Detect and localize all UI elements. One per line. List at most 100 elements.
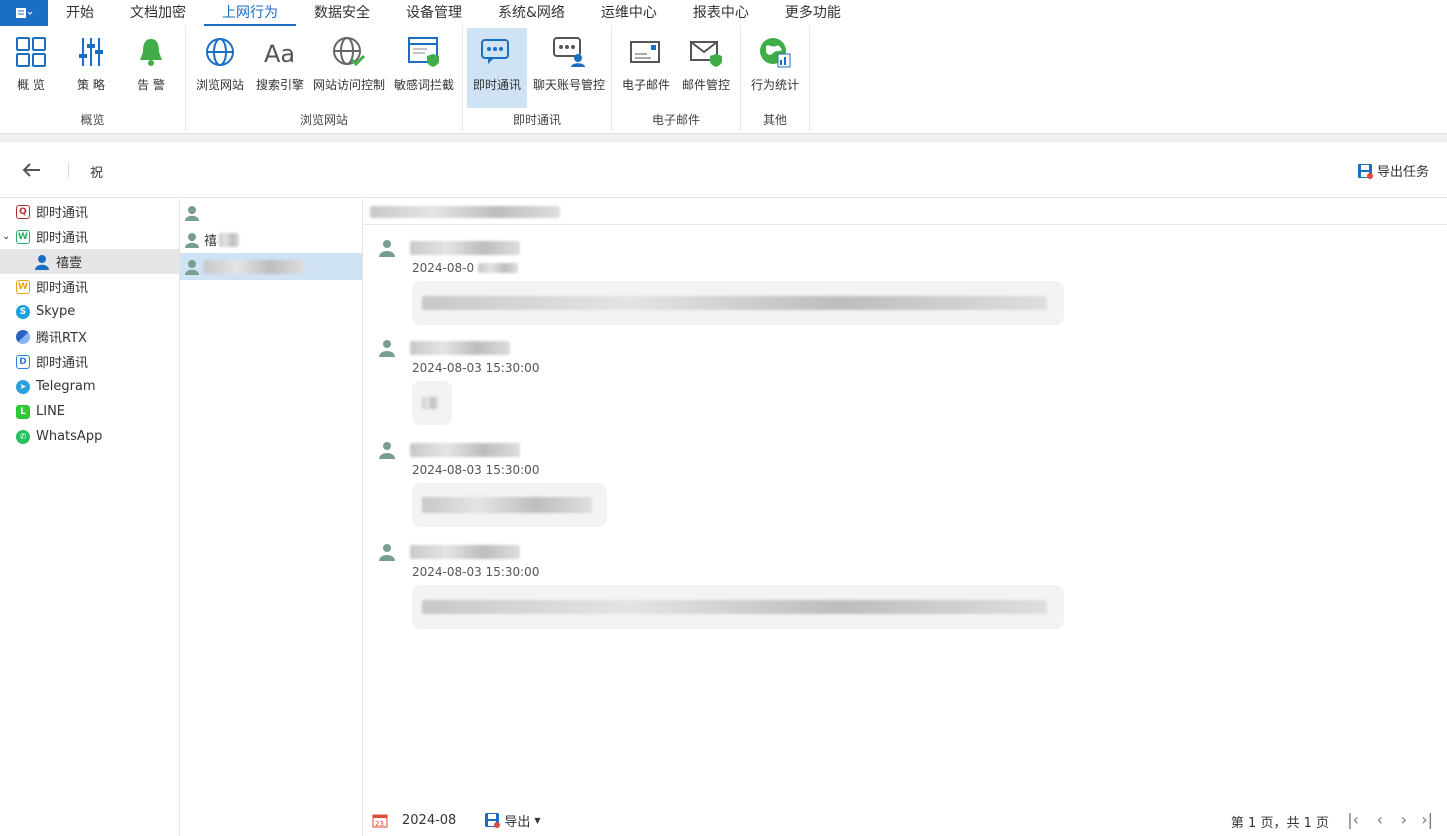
date-picker[interactable]: 2024-08 <box>402 813 456 828</box>
redacted-text <box>422 600 1047 614</box>
browse-site-button[interactable]: 浏览网站 <box>192 28 248 108</box>
calendar-icon[interactable]: 23 <box>372 812 388 828</box>
redacted-text <box>410 443 520 457</box>
tree-item-qq[interactable]: Q 即时通讯 <box>0 199 179 224</box>
tree-item-label: Telegram <box>36 379 96 394</box>
menu-more-features[interactable]: 更多功能 <box>767 0 859 26</box>
email-button[interactable]: 电子邮件 <box>618 28 674 108</box>
user-icon <box>379 442 395 459</box>
site-access-control-button[interactable]: 网站访问控制 <box>312 28 386 108</box>
user-icon <box>379 340 395 357</box>
contact-item-selected[interactable] <box>180 253 362 280</box>
alert-label: 告 警 <box>137 78 165 92</box>
menu-start[interactable]: 开始 <box>48 0 112 26</box>
overview-label: 概 览 <box>17 78 45 92</box>
user-icon <box>379 240 395 257</box>
chat-account-label: 聊天账号管控 <box>532 78 605 92</box>
prev-page-icon[interactable]: ‹ <box>1377 810 1383 829</box>
redacted-text <box>422 397 438 409</box>
search-engine-button[interactable]: Aa 搜索引擎 <box>252 28 308 108</box>
contact-list: 禧 <box>180 199 363 836</box>
tree-item-dingtalk[interactable]: D 即时通讯 <box>0 349 179 374</box>
app-menu-icon <box>16 8 33 18</box>
tree-item-wangwang[interactable]: W 即时通讯 <box>0 274 179 299</box>
tree-item-label: Skype <box>36 304 76 319</box>
menu-device-management[interactable]: 设备管理 <box>388 0 480 26</box>
redacted-text <box>422 497 592 513</box>
group-label-other: 其他 <box>762 113 787 127</box>
tree-item-label: LINE <box>36 404 66 419</box>
overview-button[interactable]: 概 览 <box>6 28 56 108</box>
contact-item[interactable]: 禧 <box>180 226 362 253</box>
ribbon-group-browse: 浏览网站 Aa 搜索引擎 网站访问控制 敏感词拦截 浏览网站 <box>186 26 463 132</box>
user-icon <box>185 259 199 275</box>
chat-panel: 2024-08-0 2024-08-03 15:30:00 2024-08-03… <box>364 199 1447 836</box>
font-aa-icon: Aa <box>264 40 295 68</box>
last-page-icon[interactable]: ›| <box>1421 810 1433 829</box>
line-icon: L <box>16 404 30 419</box>
menu-report-center[interactable]: 报表中心 <box>675 0 767 26</box>
app-menu-button[interactable] <box>0 0 48 26</box>
app-tree: Q 即时通讯 ⌄ W 即时通讯 禧壹 W 即时通讯 S Skype 腾讯RTX … <box>0 199 180 836</box>
chat-header <box>364 199 1447 225</box>
message-bubble <box>412 585 1064 629</box>
message-bubble <box>412 381 452 425</box>
chevron-down-icon[interactable]: ⌄ <box>2 231 10 242</box>
back-arrow-icon[interactable] <box>20 158 44 182</box>
save-disk-icon <box>485 813 501 828</box>
menu-web-behavior[interactable]: 上网行为 <box>204 0 296 26</box>
chat-bubble-icon <box>481 39 509 64</box>
tree-item-line[interactable]: L LINE <box>0 399 179 424</box>
export-task-button[interactable]: 导出任务 <box>1357 161 1429 180</box>
contact-item[interactable] <box>180 199 362 226</box>
bell-icon <box>140 39 162 66</box>
menu-ops-center[interactable]: 运维中心 <box>583 0 675 26</box>
wechat-icon: W <box>16 229 30 244</box>
sensitive-word-button[interactable]: 敏感词拦截 <box>392 28 456 108</box>
strategy-button[interactable]: 策 略 <box>66 28 116 108</box>
email-control-button[interactable]: 邮件管控 <box>678 28 734 108</box>
tree-item-label: 禧壹 <box>56 256 83 271</box>
tree-item-skype[interactable]: S Skype <box>0 299 179 324</box>
dingtalk-icon: D <box>16 354 30 369</box>
breadcrumb: 祝 <box>90 166 104 181</box>
group-label-browse: 浏览网站 <box>299 113 348 127</box>
globe-icon <box>206 38 234 66</box>
alert-button[interactable]: 告 警 <box>126 28 176 108</box>
save-disk-icon <box>1357 163 1373 179</box>
message-bubble <box>412 483 607 527</box>
menu-system-network[interactable]: 系统&网络 <box>480 0 583 26</box>
shield-page-icon <box>408 37 439 67</box>
menu-data-security[interactable]: 数据安全 <box>296 0 388 26</box>
ribbon-divider <box>0 134 1447 142</box>
message-time: 2024-08-0 <box>412 261 475 275</box>
behavior-stats-button[interactable]: 行为统计 <box>747 28 803 108</box>
caret-down-icon: ▼ <box>534 815 541 825</box>
chat-message: 2024-08-03 15:30:00 <box>378 441 607 527</box>
first-page-icon[interactable]: |‹ <box>1347 810 1359 829</box>
rtx-icon <box>16 329 30 344</box>
search-engine-label: 搜索引擎 <box>255 78 304 92</box>
tree-item-contact[interactable]: 禧壹 <box>0 249 179 274</box>
export-dropdown[interactable]: 导出 ▼ <box>484 811 541 830</box>
user-icon <box>185 205 199 221</box>
chat-message: 2024-08-03 15:30:00 <box>378 543 1064 629</box>
email-label: 电子邮件 <box>621 78 670 92</box>
next-page-icon[interactable]: › <box>1401 810 1407 829</box>
page-info: 第 1 页，共 1 页 <box>1230 816 1329 831</box>
site-access-label: 网站访问控制 <box>312 78 385 92</box>
tree-item-telegram[interactable]: ➤ Telegram <box>0 374 179 399</box>
tree-item-label: WhatsApp <box>36 429 103 444</box>
tree-item-rtx[interactable]: 腾讯RTX <box>0 324 179 349</box>
tree-item-whatsapp[interactable]: ✆ WhatsApp <box>0 424 179 449</box>
chat-account-button[interactable]: 聊天账号管控 <box>531 28 607 108</box>
behavior-stats-label: 行为统计 <box>750 78 799 92</box>
whatsapp-icon: ✆ <box>16 429 30 444</box>
group-label-email: 电子邮件 <box>651 113 700 127</box>
menu-doc-encryption[interactable]: 文档加密 <box>112 0 204 26</box>
globe-stats-icon <box>760 38 791 68</box>
envelope-icon <box>630 41 660 63</box>
im-button[interactable]: 即时通讯 <box>467 28 527 108</box>
tree-item-wechat[interactable]: ⌄ W 即时通讯 <box>0 224 179 249</box>
chat-message: 2024-08-03 15:30:00 <box>378 339 539 425</box>
